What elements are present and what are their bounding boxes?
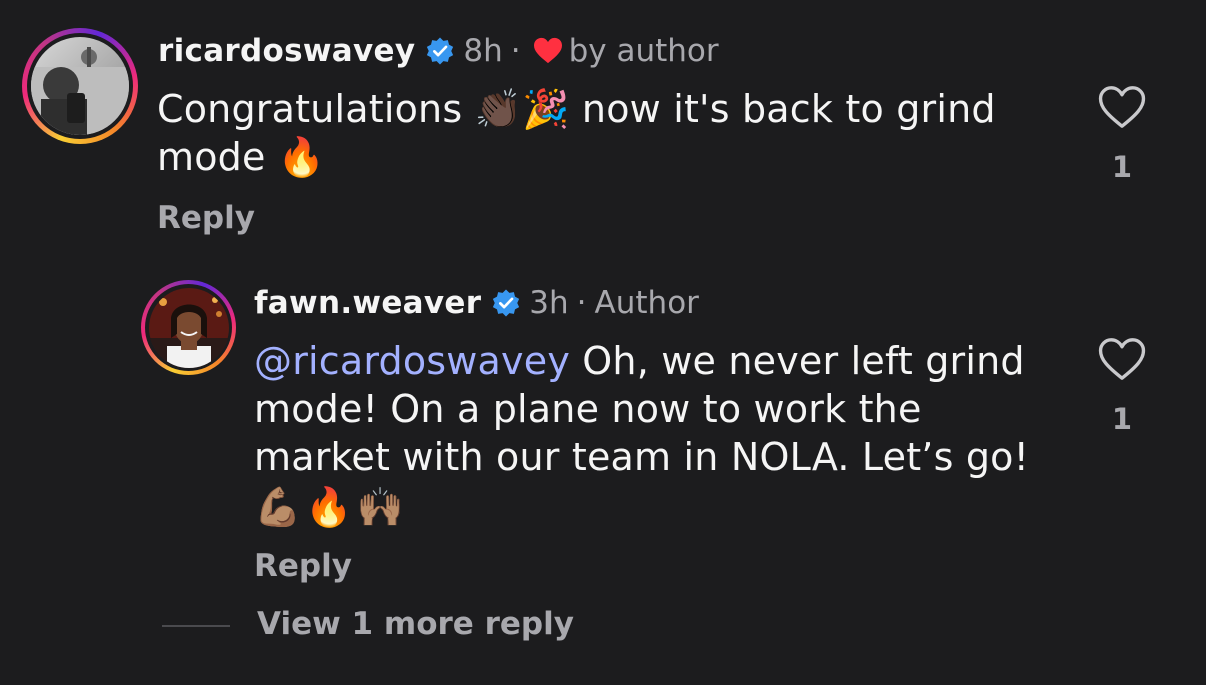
view-more-divider: [162, 625, 230, 627]
liked-by-author: by author: [568, 33, 719, 69]
reply-button[interactable]: Reply: [157, 200, 255, 236]
comment-username[interactable]: fawn.weaver: [254, 283, 481, 323]
comment-time: 3h: [529, 285, 569, 321]
comment-time: 8h: [463, 33, 503, 69]
comment-text: Congratulations 👏🏿🎉 now it's back to gri…: [157, 85, 1057, 181]
author-label: Author: [594, 285, 699, 321]
verified-badge-icon: [427, 37, 454, 65]
emoji-row: 💪🏽🔥🙌🏽: [254, 485, 408, 529]
comment-text: @ricardoswavey Oh, we never left grind m…: [254, 337, 1054, 531]
mention-link[interactable]: @ricardoswavey: [254, 339, 570, 383]
verified-badge-icon: [493, 289, 520, 317]
avatar-photo: [31, 37, 129, 135]
heart-outline-icon[interactable]: [1097, 84, 1147, 130]
like-count: 1: [1111, 402, 1133, 436]
comment-text-part: Congratulations: [157, 87, 475, 131]
avatar-fawn-weaver[interactable]: [141, 280, 236, 375]
view-more-replies-button[interactable]: View 1 more reply: [257, 606, 574, 642]
heart-outline-icon[interactable]: [1097, 336, 1147, 382]
like-count: 1: [1111, 150, 1133, 184]
meta-separator: ·: [510, 33, 521, 69]
meta-separator: ·: [576, 285, 587, 321]
avatar-photo: [148, 287, 229, 368]
reply-button[interactable]: Reply: [254, 548, 352, 584]
clap-party-emoji: 👏🏿🎉: [474, 87, 570, 131]
avatar-ricardoswavey[interactable]: [22, 28, 138, 144]
fire-emoji: 🔥: [277, 135, 326, 179]
heart-filled-icon: [533, 37, 562, 64]
comment-username[interactable]: ricardoswavey: [158, 31, 415, 71]
